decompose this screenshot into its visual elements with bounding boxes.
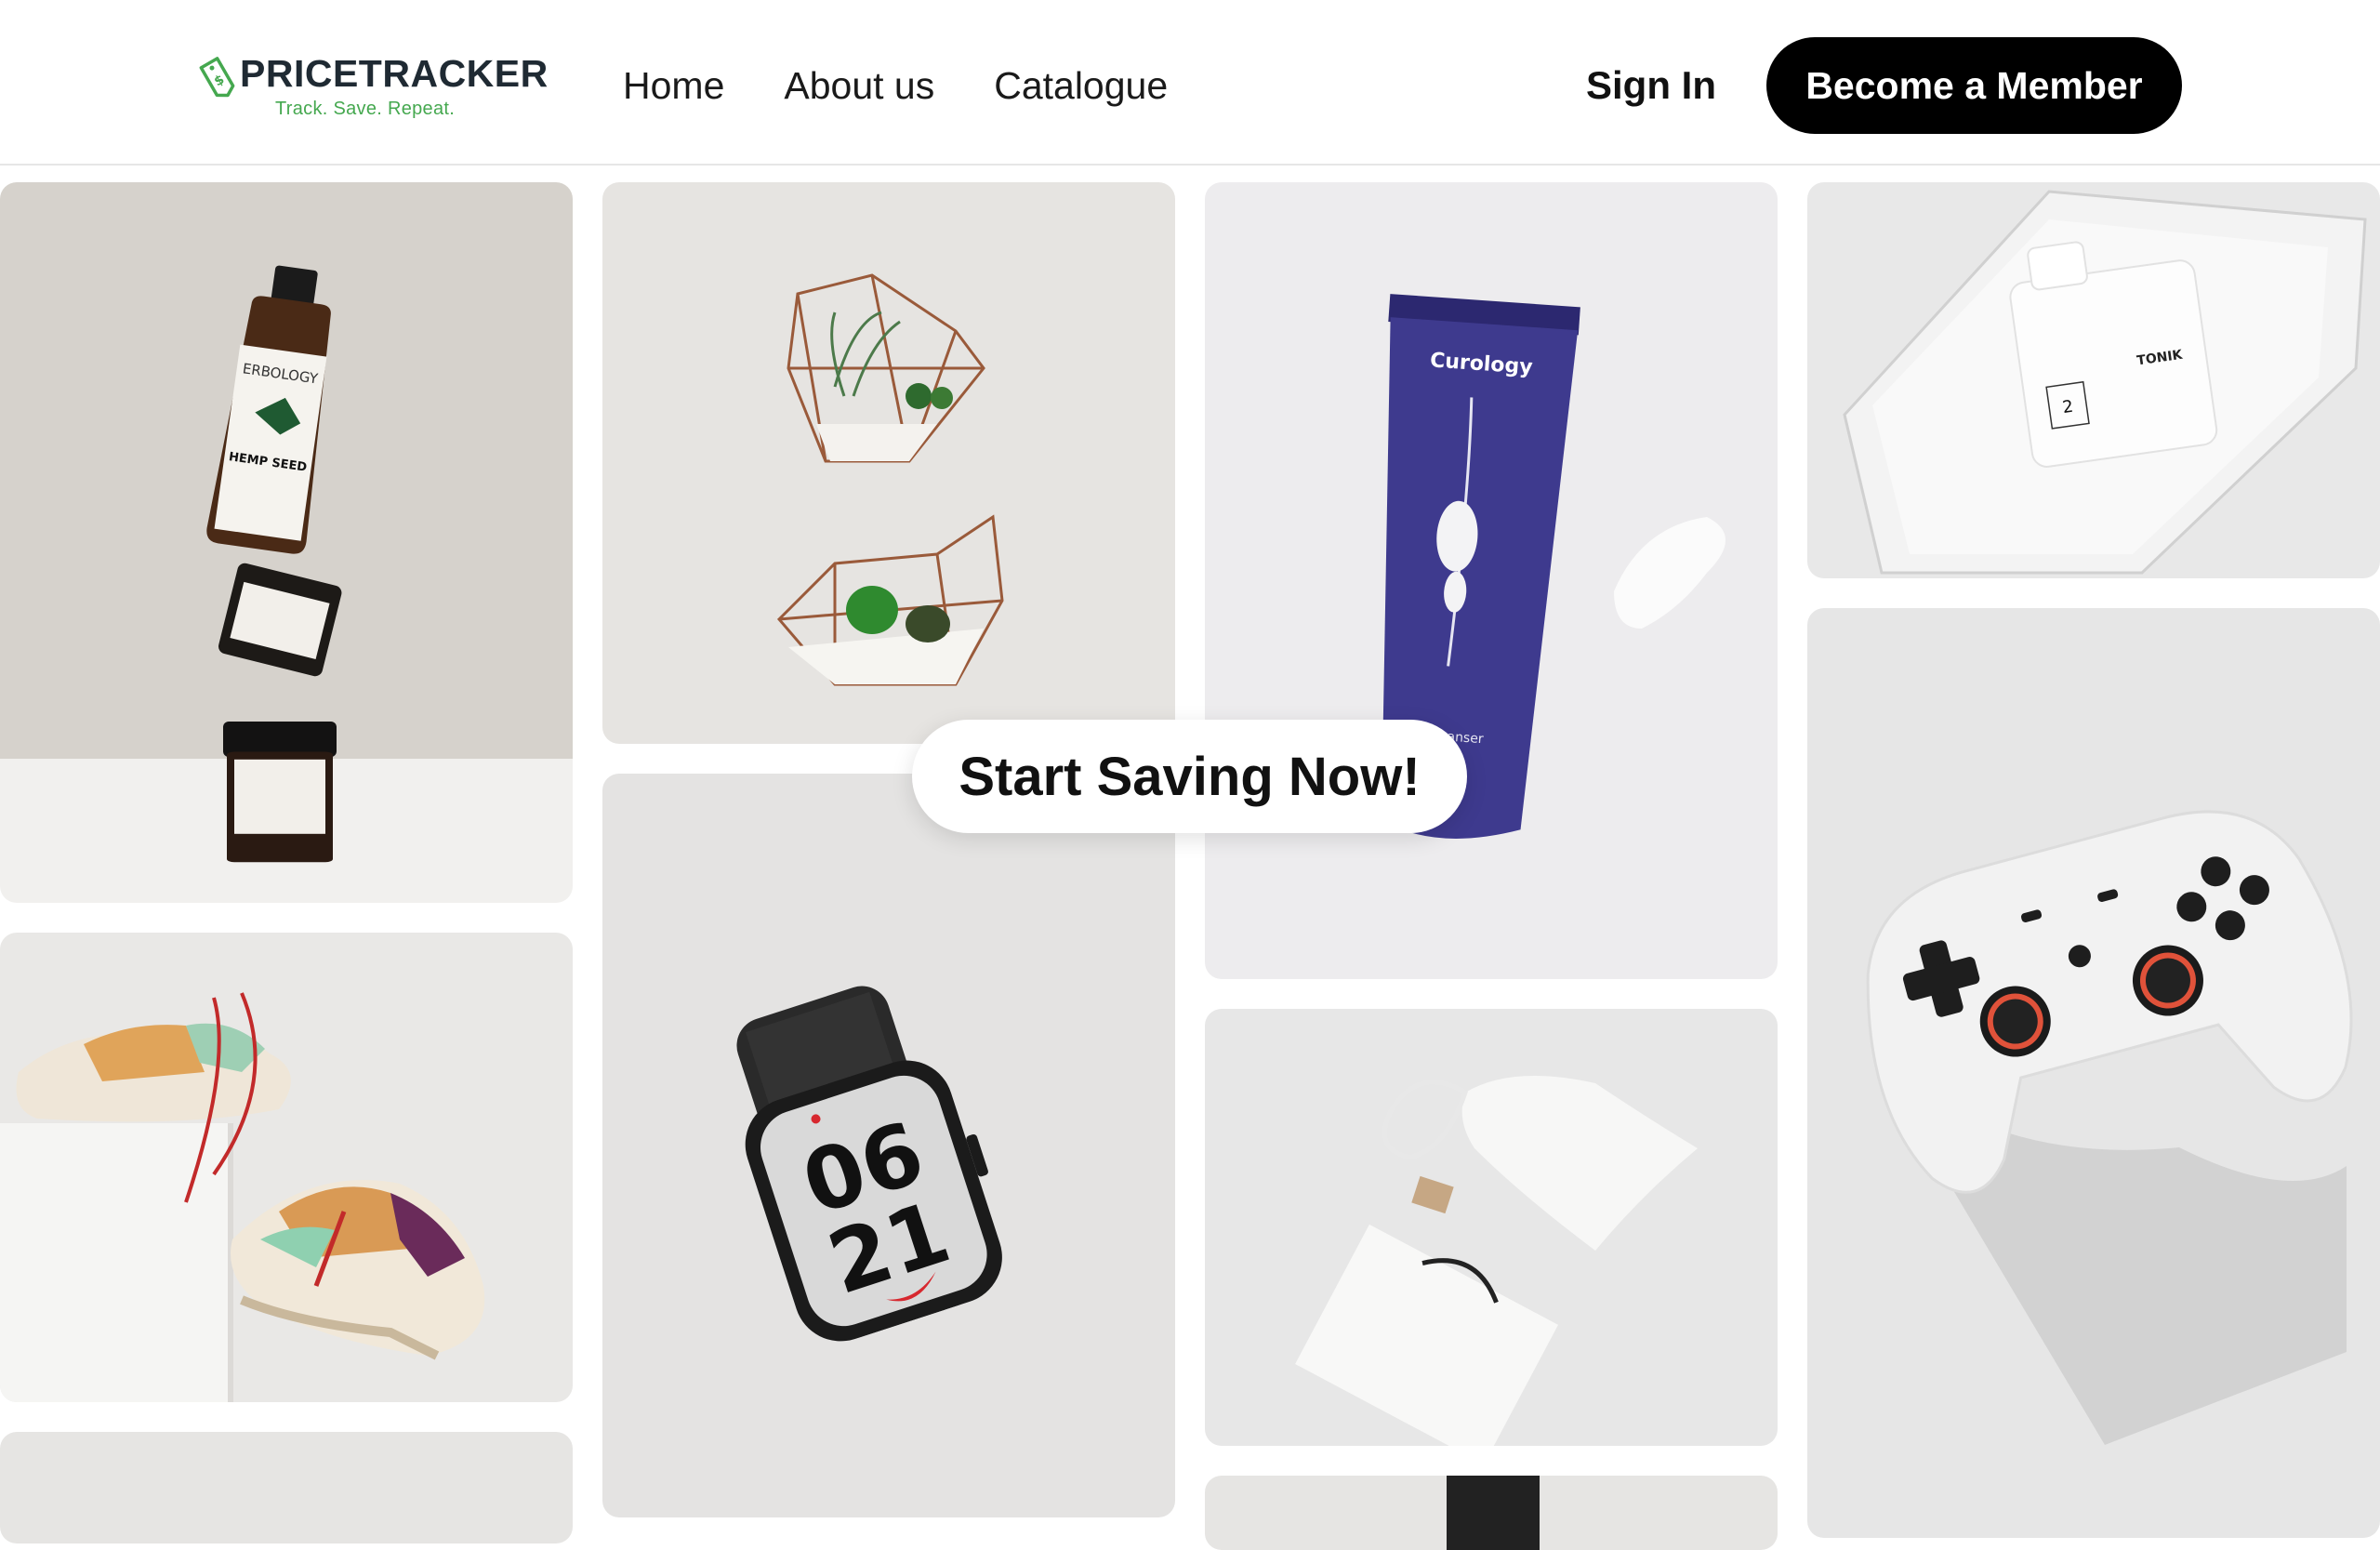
curology-product-image: Curology the cleanser bbox=[1205, 182, 1778, 979]
terrarium-product-image bbox=[602, 182, 1175, 744]
product-card-curology[interactable]: Curology the cleanser bbox=[1205, 182, 1778, 979]
nav-about-us[interactable]: About us bbox=[784, 60, 934, 112]
nav-catalogue[interactable]: Catalogue bbox=[994, 60, 1168, 112]
product-card-partial-1[interactable] bbox=[0, 1432, 573, 1543]
nav-home[interactable]: Home bbox=[623, 60, 724, 112]
watch-product-image: 06 21 bbox=[602, 774, 1175, 1517]
controller-product-image bbox=[1807, 608, 2380, 1538]
product-card-sneakers[interactable] bbox=[0, 933, 573, 1402]
partial-product-image-1 bbox=[0, 1432, 573, 1543]
erbology-product-image: ERBOLOGY HEMP SEED bbox=[0, 182, 573, 903]
product-card-controller[interactable] bbox=[1807, 608, 2380, 1538]
logo-tagline: Track. Save. Repeat. bbox=[275, 99, 456, 119]
start-saving-button[interactable]: Start Saving Now! bbox=[912, 720, 1467, 833]
logo-wordmark: PRICETRACKER bbox=[240, 52, 549, 95]
main-nav: Home About us Catalogue bbox=[623, 60, 1168, 112]
product-card-watch[interactable]: 06 21 bbox=[602, 774, 1175, 1517]
partial-product-image-3 bbox=[1205, 1476, 1778, 1550]
product-card-gift-bag[interactable] bbox=[1205, 1009, 1778, 1446]
site-header: $ PRICETRACKER Track. Save. Repeat. Home… bbox=[0, 0, 2380, 166]
price-tag-icon: $ bbox=[195, 48, 236, 100]
product-card-terrarium[interactable] bbox=[602, 182, 1175, 744]
gift-bag-product-image bbox=[1205, 1009, 1778, 1446]
logo[interactable]: $ PRICETRACKER Track. Save. Repeat. bbox=[195, 48, 548, 125]
become-member-button[interactable]: Become a Member bbox=[1766, 37, 2182, 134]
product-card-erbology[interactable]: ERBOLOGY HEMP SEED bbox=[0, 182, 573, 903]
sign-in-link[interactable]: Sign In bbox=[1586, 60, 1716, 112]
product-card-tonic[interactable]: TONIK 2 bbox=[1807, 182, 2380, 578]
sneakers-product-image bbox=[0, 933, 573, 1402]
product-card-partial-3[interactable] bbox=[1205, 1476, 1778, 1550]
tonic-product-image: TONIK 2 bbox=[1807, 182, 2380, 578]
